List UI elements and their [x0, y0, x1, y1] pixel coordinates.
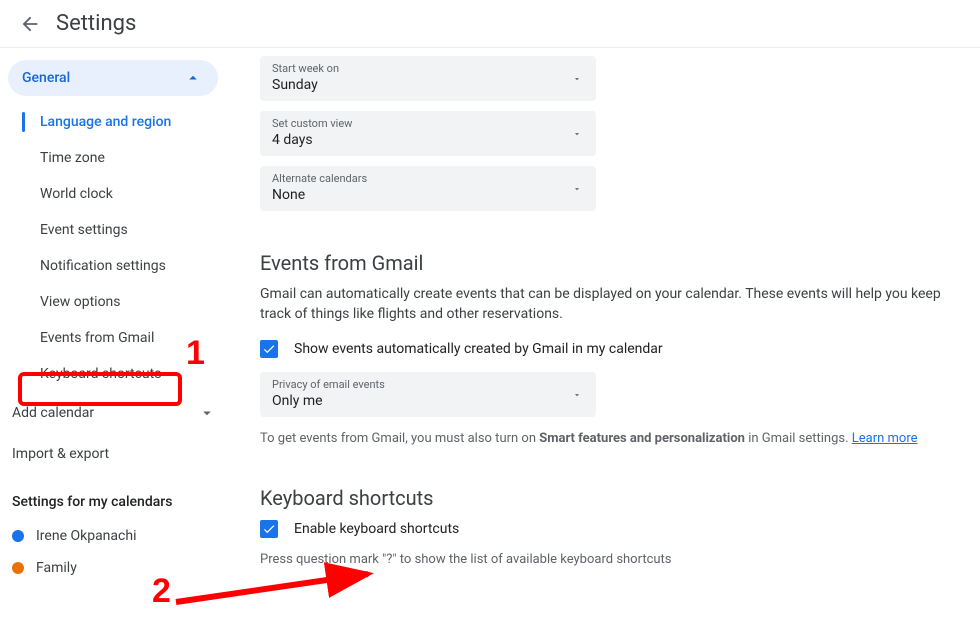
dropdown-email-privacy[interactable]: Privacy of email events Only me	[260, 372, 596, 417]
checkmark-icon	[262, 342, 276, 356]
sidebar-item-keyboard-shortcuts[interactable]: Keyboard shortcuts	[20, 356, 232, 392]
calendar-name: Irene Okpanachi	[36, 528, 136, 544]
caret-down-icon	[572, 184, 582, 194]
learn-more-link[interactable]: Learn more	[852, 431, 918, 446]
dropdown-custom-view[interactable]: Set custom view 4 days	[260, 111, 596, 156]
dropdown-value: Only me	[272, 393, 584, 409]
caret-down-icon	[572, 129, 582, 139]
sidebar-heading-my-calendars: Settings for my calendars	[8, 474, 232, 520]
sidebar-section-general[interactable]: General	[8, 60, 218, 96]
checkmark-icon	[262, 522, 276, 536]
settings-main: Start week on Sunday Set custom view 4 d…	[240, 48, 980, 643]
sidebar-item-notification-settings[interactable]: Notification settings	[20, 248, 232, 284]
calendar-color-dot	[12, 562, 24, 574]
settings-sidebar: General Language and region Time zone Wo…	[0, 48, 240, 643]
calendar-entry[interactable]: Family	[8, 552, 232, 584]
chevron-up-icon	[184, 69, 202, 87]
dropdown-value: 4 days	[272, 132, 584, 148]
sidebar-item-events-from-gmail[interactable]: Events from Gmail	[20, 320, 232, 356]
dropdown-value: Sunday	[272, 77, 584, 93]
sidebar-item-time-zone[interactable]: Time zone	[20, 140, 232, 176]
sidebar-section-import-export[interactable]: Import & export	[8, 434, 232, 474]
sidebar-item-event-settings[interactable]: Event settings	[20, 212, 232, 248]
sidebar-general-sublist: Language and region Time zone World cloc…	[8, 104, 232, 392]
section-title-gmail: Events from Gmail	[260, 251, 960, 275]
sidebar-section-add-calendar[interactable]: Add calendar	[8, 392, 232, 434]
arrow-left-icon	[19, 13, 41, 35]
sidebar-section-label: Import & export	[12, 446, 109, 462]
keyboard-hint: Press question mark "?" to show the list…	[260, 552, 960, 567]
calendar-entry[interactable]: Irene Okpanachi	[8, 520, 232, 552]
settings-header: Settings	[0, 0, 980, 48]
dropdown-alternate-calendars[interactable]: Alternate calendars None	[260, 166, 596, 211]
sidebar-item-language-region[interactable]: Language and region	[20, 104, 232, 140]
chevron-down-icon	[198, 404, 216, 422]
gmail-hint: To get events from Gmail, you must also …	[260, 431, 960, 446]
dropdown-start-week[interactable]: Start week on Sunday	[260, 56, 596, 101]
dropdown-label: Start week on	[272, 62, 584, 75]
checkbox-row-gmail-events: Show events automatically created by Gma…	[260, 340, 960, 358]
sidebar-item-world-clock[interactable]: World clock	[20, 176, 232, 212]
caret-down-icon	[572, 390, 582, 400]
section-title-keyboard-shortcuts: Keyboard shortcuts	[260, 486, 960, 510]
calendar-color-dot	[12, 530, 24, 542]
back-button[interactable]	[12, 6, 48, 42]
dropdown-value: None	[272, 187, 584, 203]
dropdown-label: Set custom view	[272, 117, 584, 130]
dropdown-label: Alternate calendars	[272, 172, 584, 185]
sidebar-section-label: General	[22, 70, 70, 86]
checkbox-label: Show events automatically created by Gma…	[294, 341, 663, 357]
sidebar-section-label: Add calendar	[12, 405, 94, 421]
checkbox-enable-shortcuts[interactable]	[260, 520, 278, 538]
section-desc-gmail: Gmail can automatically create events th…	[260, 285, 960, 324]
calendar-name: Family	[36, 560, 77, 576]
page-title: Settings	[56, 11, 136, 36]
checkbox-label: Enable keyboard shortcuts	[294, 521, 459, 537]
checkbox-show-gmail-events[interactable]	[260, 340, 278, 358]
dropdown-label: Privacy of email events	[272, 378, 584, 391]
caret-down-icon	[572, 74, 582, 84]
checkbox-row-enable-shortcuts: Enable keyboard shortcuts	[260, 520, 960, 538]
sidebar-item-view-options[interactable]: View options	[20, 284, 232, 320]
